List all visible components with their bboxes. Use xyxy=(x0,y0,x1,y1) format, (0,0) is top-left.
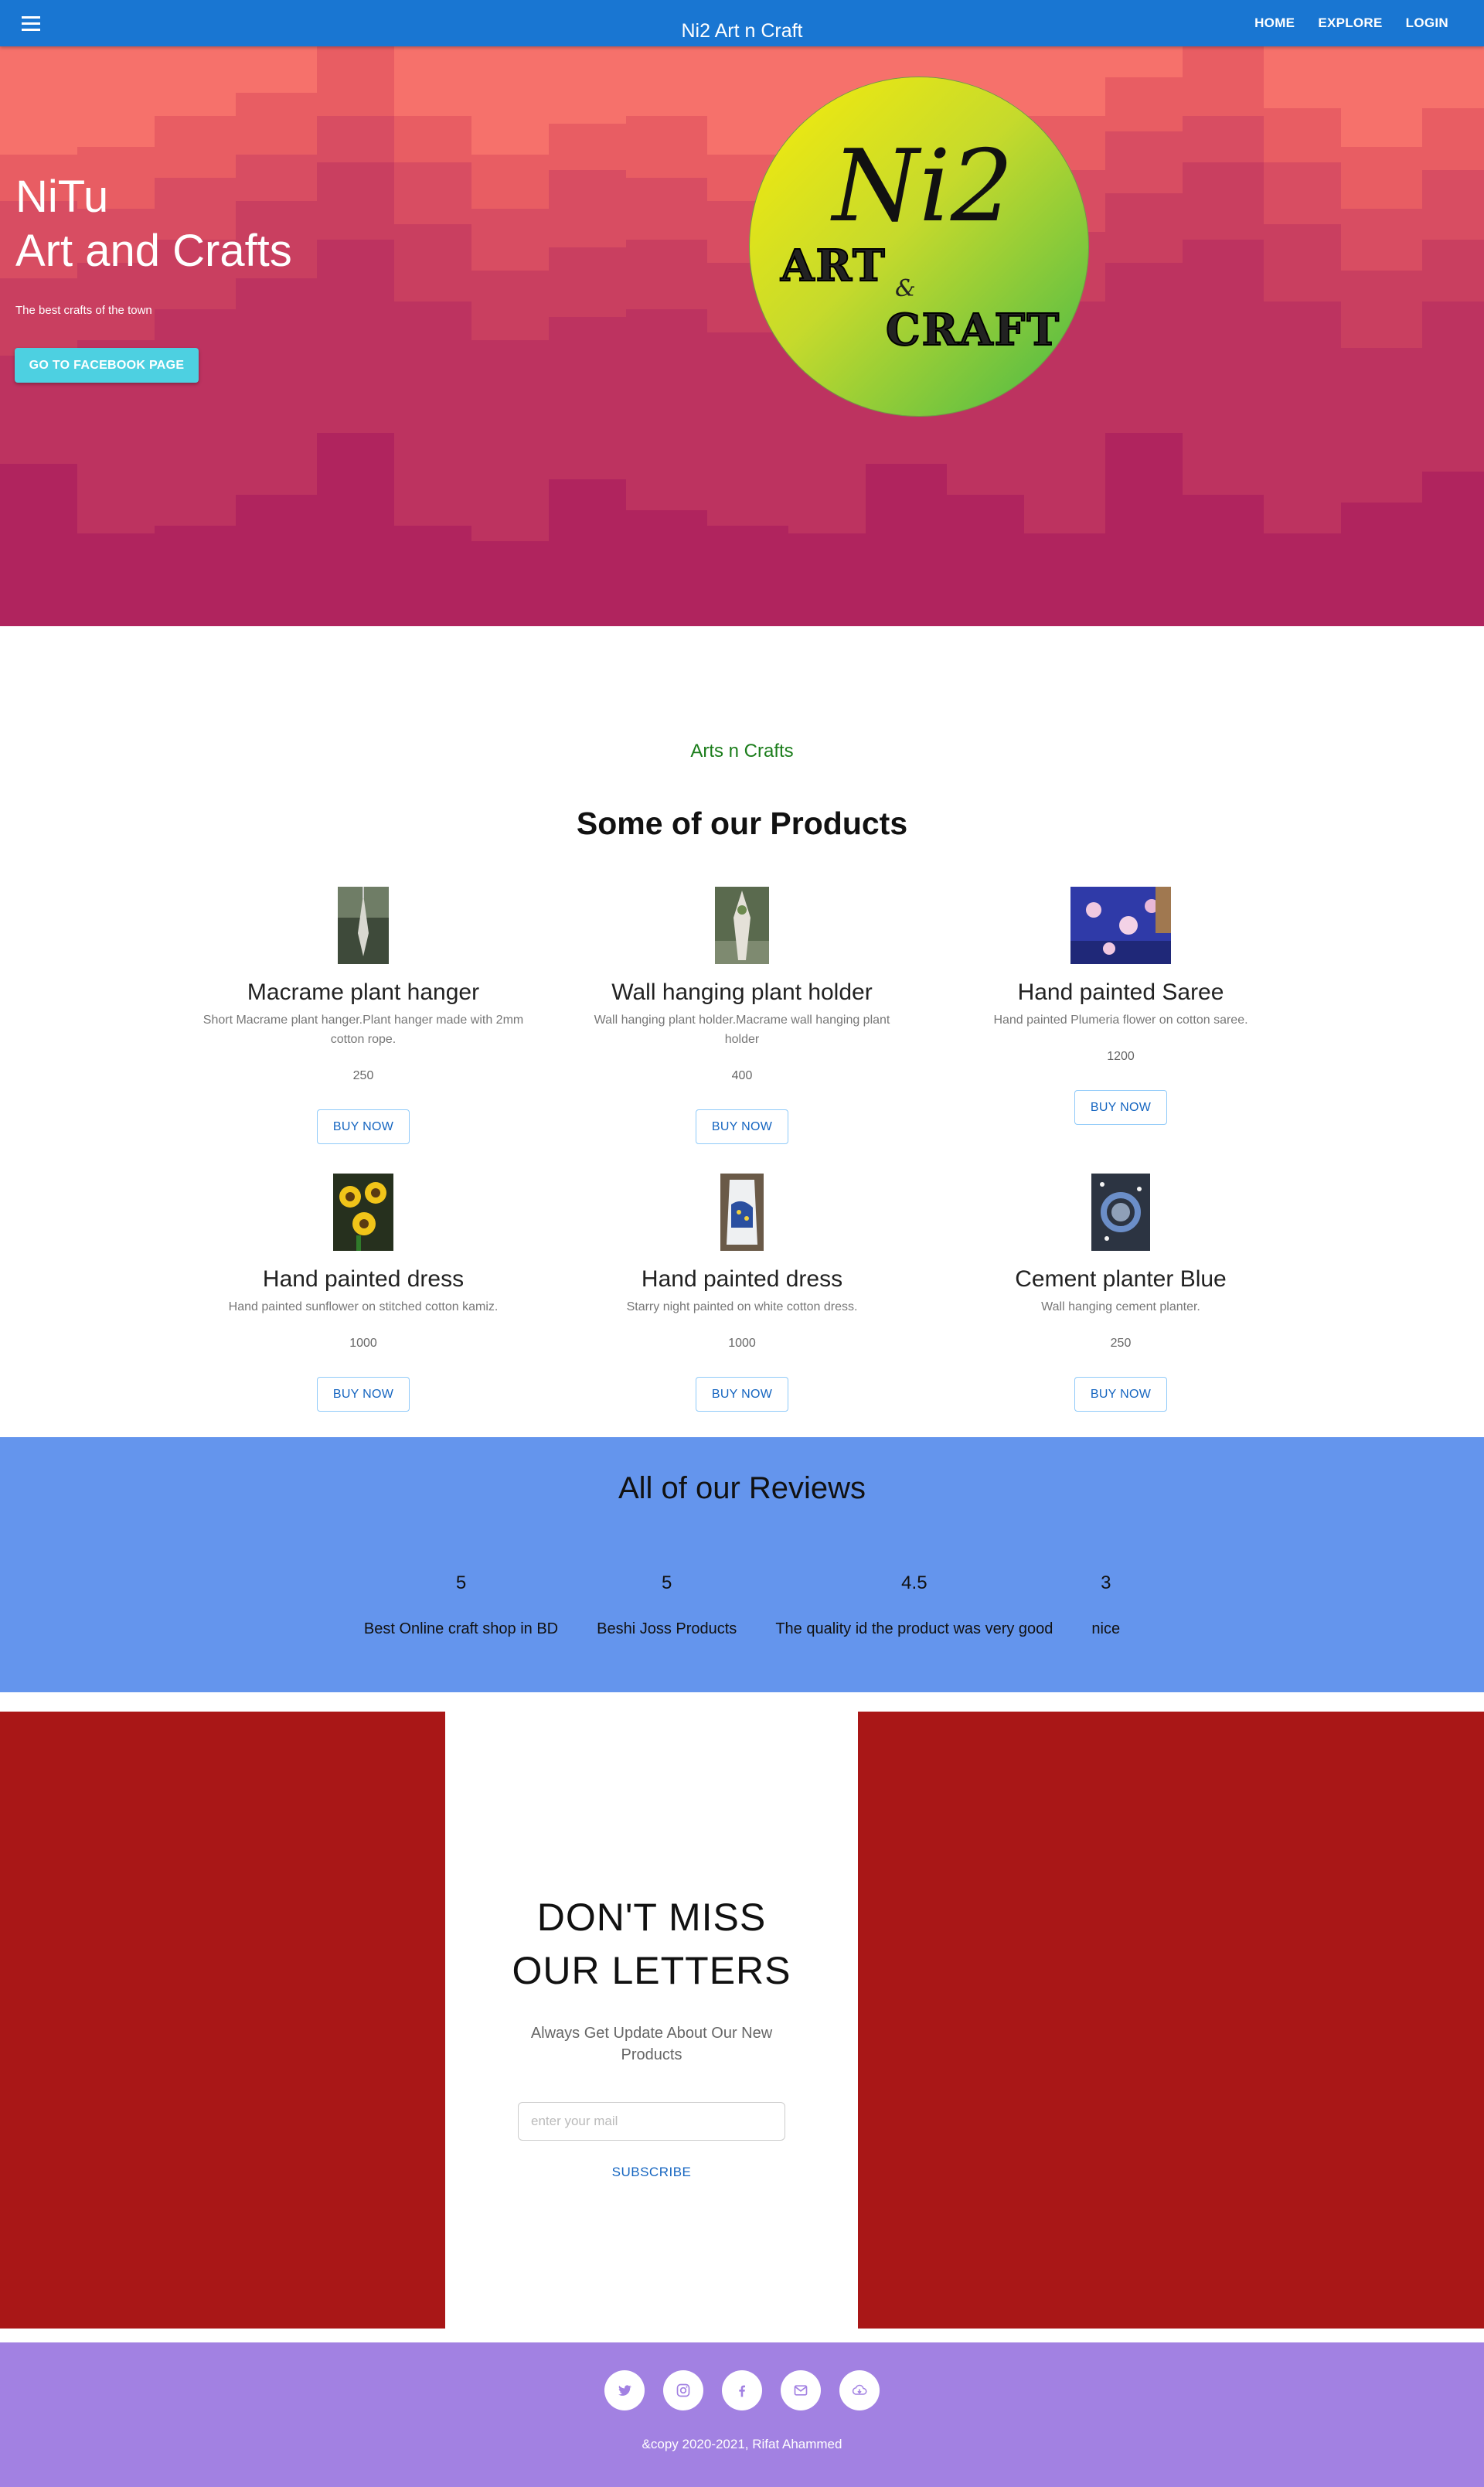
main-nav: HOME EXPLORE LOGIN xyxy=(1251,0,1452,53)
product-price: 1000 xyxy=(349,1337,377,1350)
nav-explore-link[interactable]: EXPLORE xyxy=(1315,11,1385,36)
buy-now-button[interactable]: BUY NOW xyxy=(1074,1090,1167,1125)
product-card: Cement planter Blue Wall hanging cement … xyxy=(935,1174,1306,1412)
nav-login-link[interactable]: LOGIN xyxy=(1403,11,1452,36)
logo-title: Ni2 xyxy=(830,129,1013,244)
email-input[interactable] xyxy=(518,2102,785,2141)
product-price: 1200 xyxy=(1107,1050,1135,1063)
product-card: Hand painted dress Starry night painted … xyxy=(556,1174,928,1412)
product-name: Hand painted Saree xyxy=(1017,979,1224,1005)
review-item: 5 Best Online craft shop in BD xyxy=(364,1572,558,1638)
subscribe-button[interactable]: SUBSCRIBE xyxy=(590,2159,713,2185)
buy-now-button[interactable]: BUY NOW xyxy=(317,1377,410,1412)
product-image[interactable] xyxy=(333,1174,393,1251)
product-price: 250 xyxy=(352,1069,374,1082)
product-image[interactable] xyxy=(715,887,769,964)
reviews-list: 5 Best Online craft shop in BD 5 Beshi J… xyxy=(0,1572,1484,1638)
nav-home-link[interactable]: HOME xyxy=(1251,11,1298,36)
product-name: Wall hanging plant holder xyxy=(611,979,873,1005)
product-price: 250 xyxy=(1110,1337,1132,1350)
facebook-page-button[interactable]: GO TO FACEBOOK PAGE xyxy=(15,348,199,383)
newsletter-section: DON'T MISS OUR LETTERS Always Get Update… xyxy=(0,1712,1484,2329)
review-text: The quality id the product was very good xyxy=(775,1620,1053,1637)
product-name: Macrame plant hanger xyxy=(247,979,480,1005)
buy-now-button[interactable]: BUY NOW xyxy=(317,1109,410,1144)
product-description: Short Macrame plant hanger.Plant hanger … xyxy=(203,1014,524,1046)
newsletter-right-panel xyxy=(858,1712,1484,2329)
newsletter-title: DON'T MISS OUR LETTERS xyxy=(445,1891,858,1998)
product-card: Hand painted dress Hand painted sunflowe… xyxy=(178,1174,549,1412)
product-description: Wall hanging plant holder.Macrame wall h… xyxy=(594,1014,890,1046)
download-icon[interactable] xyxy=(839,2370,880,2410)
review-item: 5 Beshi Joss Products xyxy=(597,1572,737,1638)
logo-ampersand: & xyxy=(895,275,916,302)
hero-title-line2: Art and Crafts xyxy=(15,226,292,276)
email-icon[interactable] xyxy=(781,2370,821,2410)
product-name: Hand painted dress xyxy=(262,1266,465,1292)
brand-logo: Ni2 ART & CRAFT xyxy=(750,77,1088,416)
copyright-text: &copy 2020-2021, Rifat Ahammed xyxy=(642,2437,842,2451)
review-rating: 4.5 xyxy=(901,1572,928,1593)
newsletter-left-panel xyxy=(0,1712,445,2329)
hero-banner: NiTu Art and Crafts The best crafts of t… xyxy=(0,46,1484,626)
product-image[interactable] xyxy=(1070,887,1171,964)
buy-now-button[interactable]: BUY NOW xyxy=(1074,1377,1167,1412)
product-description: Hand painted sunflower on stitched cotto… xyxy=(228,1300,499,1313)
instagram-icon[interactable] xyxy=(663,2370,703,2410)
product-image[interactable] xyxy=(1091,1174,1150,1251)
product-card: Hand painted Saree Hand painted Plumeria… xyxy=(935,887,1306,1125)
newsletter-subtitle: Always Get Update About Our New Products xyxy=(530,2025,773,2063)
product-name: Hand painted dress xyxy=(641,1266,843,1292)
product-description: Starry night painted on white cotton dre… xyxy=(626,1300,858,1313)
logo-line2: CRAFT xyxy=(886,305,1060,356)
product-price: 1000 xyxy=(728,1337,756,1350)
review-rating: 5 xyxy=(662,1572,672,1593)
reviews-title: All of our Reviews xyxy=(618,1471,866,1505)
products-kicker: Arts n Crafts xyxy=(690,741,794,761)
top-app-bar: Ni2 Art n Craft HOME EXPLORE LOGIN xyxy=(0,0,1484,46)
product-price: 400 xyxy=(731,1069,753,1082)
product-image[interactable] xyxy=(720,1174,764,1251)
hero-title-line1: NiTu xyxy=(15,172,109,222)
review-item: 3 nice xyxy=(1091,1572,1120,1638)
review-text: Beshi Joss Products xyxy=(597,1620,737,1637)
social-links xyxy=(0,2370,1484,2410)
newsletter-title-line1: DON'T MISS xyxy=(536,1896,767,1939)
products-title: Some of our Products xyxy=(576,806,908,841)
product-description: Wall hanging cement planter. xyxy=(1041,1300,1200,1313)
review-rating: 3 xyxy=(1101,1572,1111,1593)
reviews-section: All of our Reviews 5 Best Online craft s… xyxy=(0,1437,1484,1692)
review-item: 4.5 The quality id the product was very … xyxy=(775,1572,1053,1638)
review-text: nice xyxy=(1091,1620,1121,1637)
hero-pattern-background xyxy=(0,46,1484,626)
review-text: Best Online craft shop in BD xyxy=(363,1620,559,1637)
products-section: Arts n Crafts Some of our Products Macra… xyxy=(0,626,1484,1438)
buy-now-button[interactable]: BUY NOW xyxy=(696,1377,788,1412)
hero-title: NiTu Art and Crafts xyxy=(15,170,292,278)
facebook-icon[interactable] xyxy=(722,2370,762,2410)
product-card: Wall hanging plant holder Wall hanging p… xyxy=(556,887,928,1144)
product-card: Macrame plant hanger Short Macrame plant… xyxy=(178,887,549,1144)
logo-line1: ART xyxy=(780,240,887,291)
twitter-icon[interactable] xyxy=(604,2370,645,2410)
hero-subtitle: The best crafts of the town xyxy=(15,304,152,317)
site-footer: &copy 2020-2021, Rifat Ahammed xyxy=(0,2342,1484,2487)
newsletter-title-line2: OUR LETTERS xyxy=(512,1949,791,1992)
product-name: Cement planter Blue xyxy=(1015,1266,1227,1292)
product-image[interactable] xyxy=(338,887,389,964)
product-description: Hand painted Plumeria flower on cotton s… xyxy=(993,1014,1248,1027)
brand-logo-art: Ni2 ART & CRAFT xyxy=(779,129,1060,356)
review-rating: 5 xyxy=(455,1572,467,1593)
buy-now-button[interactable]: BUY NOW xyxy=(696,1109,788,1144)
